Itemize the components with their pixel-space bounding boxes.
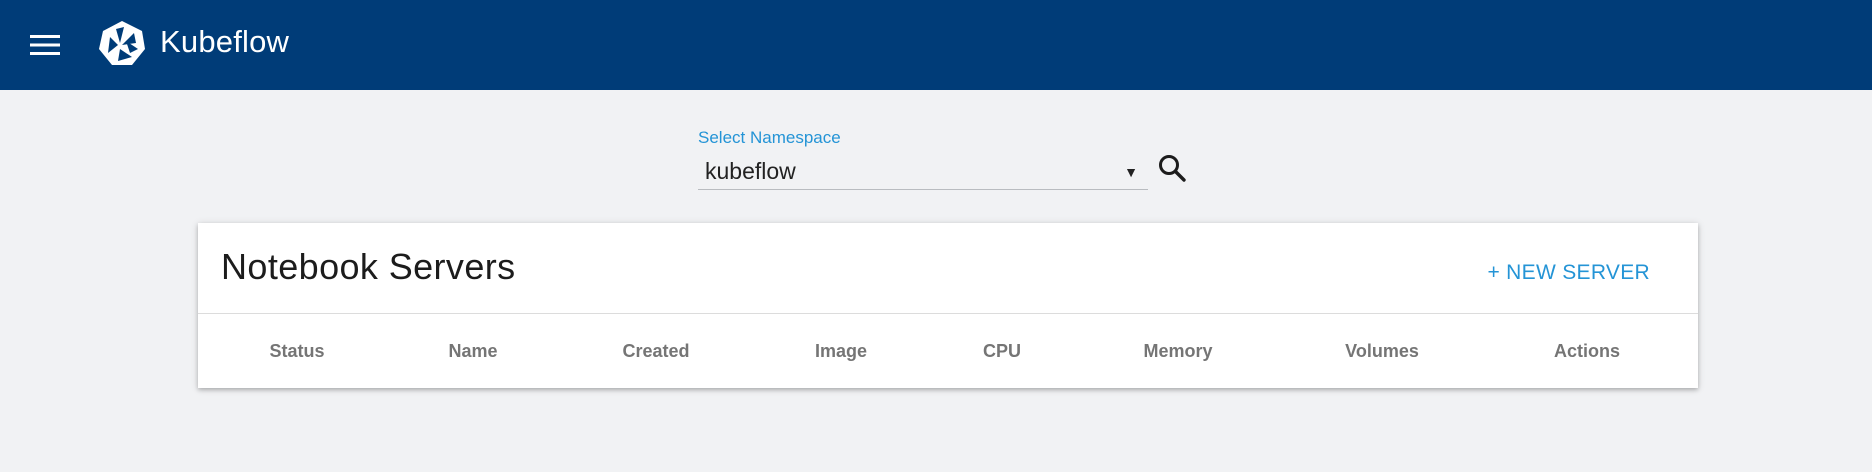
namespace-value: kubeflow <box>705 158 796 184</box>
column-header-actions: Actions <box>1553 340 1621 361</box>
kubeflow-logo-icon[interactable] <box>98 19 146 67</box>
search-button[interactable] <box>1154 150 1190 186</box>
column-header-name[interactable]: Name <box>448 314 497 388</box>
app-brand-title[interactable]: Kubeflow <box>160 24 289 60</box>
namespace-label: Select Namespace <box>698 128 841 147</box>
namespace-selector: Select Namespace kubeflow ▼ <box>698 128 1148 190</box>
column-header-cpu[interactable]: CPU <box>983 314 1021 388</box>
column-header-image[interactable]: Image <box>815 314 867 388</box>
dropdown-arrow-icon: ▼ <box>1124 164 1138 180</box>
column-header-created[interactable]: Created <box>622 314 689 388</box>
page-title: Notebook Servers <box>221 246 516 287</box>
namespace-dropdown[interactable]: kubeflow ▼ <box>698 150 1148 190</box>
column-header-memory[interactable]: Memory <box>1143 314 1212 388</box>
column-header-volumes[interactable]: Volumes <box>1345 314 1419 388</box>
notebook-servers-card: Notebook Servers + NEW SERVER Status Nam… <box>198 223 1698 388</box>
column-header-status[interactable]: Status <box>269 314 324 388</box>
hamburger-menu-icon <box>30 35 60 55</box>
search-icon <box>1159 155 1186 182</box>
new-server-button[interactable]: + NEW SERVER <box>1487 261 1650 285</box>
table-header-row: Status Name Created Image CPU Memory Vol… <box>198 314 1698 388</box>
menu-button[interactable] <box>26 28 64 62</box>
top-app-bar: Kubeflow <box>0 0 1872 90</box>
